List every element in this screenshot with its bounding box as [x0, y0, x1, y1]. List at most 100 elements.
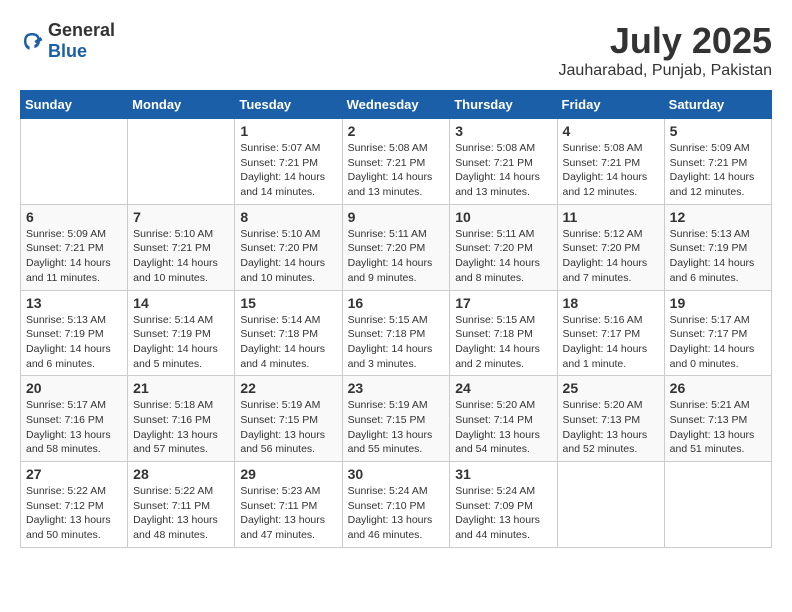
- calendar-cell: 6Sunrise: 5:09 AM Sunset: 7:21 PM Daylig…: [21, 204, 128, 290]
- day-info: Sunrise: 5:08 AM Sunset: 7:21 PM Dayligh…: [348, 141, 445, 200]
- day-info: Sunrise: 5:11 AM Sunset: 7:20 PM Dayligh…: [348, 227, 445, 286]
- day-number: 20: [26, 380, 122, 396]
- calendar-week-row: 27 Sunrise: 5:22 AM Sunset: 7:12 PM Dayli…: [21, 462, 772, 548]
- day-number: 28: [133, 466, 229, 482]
- day-info: Sunrise: 5:22 AM Sunset: 7:11 PM Dayligh…: [133, 484, 229, 543]
- calendar-cell: 28 Sunrise: 5:22 AM Sunset: 7:11 PM Dayli…: [128, 462, 235, 548]
- calendar-cell: 9Sunrise: 5:11 AM Sunset: 7:20 PM Daylig…: [342, 204, 450, 290]
- calendar-cell: 25 Sunrise: 5:20 AM Sunset: 7:13 PM Dayli…: [557, 376, 664, 462]
- col-wednesday: Wednesday: [342, 91, 450, 119]
- calendar-cell: 10 Sunrise: 5:11 AM Sunset: 7:20 PM Dayli…: [450, 204, 557, 290]
- logo-general: General: [48, 20, 115, 40]
- calendar-cell: 21Sunrise: 5:18 AM Sunset: 7:16 PM Dayli…: [128, 376, 235, 462]
- day-number: 13: [26, 295, 122, 311]
- day-info: Sunrise: 5:19 AM Sunset: 7:15 PM Dayligh…: [240, 398, 336, 457]
- calendar-cell: 29 Sunrise: 5:23 AM Sunset: 7:11 PM Dayli…: [235, 462, 342, 548]
- calendar-cell: 26 Sunrise: 5:21 AM Sunset: 7:13 PM Dayli…: [664, 376, 771, 462]
- day-info: Sunrise: 5:14 AM Sunset: 7:19 PM Dayligh…: [133, 313, 229, 372]
- day-number: 30: [348, 466, 445, 482]
- day-number: 8: [240, 209, 336, 225]
- calendar-cell: [128, 119, 235, 205]
- calendar-week-row: 20 Sunrise: 5:17 AM Sunset: 7:16 PM Dayli…: [21, 376, 772, 462]
- col-tuesday: Tuesday: [235, 91, 342, 119]
- calendar-cell: 1 Sunrise: 5:07 AM Sunset: 7:21 PM Daylig…: [235, 119, 342, 205]
- day-info: Sunrise: 5:22 AM Sunset: 7:12 PM Dayligh…: [26, 484, 122, 543]
- day-info: Sunrise: 5:20 AM Sunset: 7:14 PM Dayligh…: [455, 398, 551, 457]
- calendar-header-row: Sunday Monday Tuesday Wednesday Thursday…: [21, 91, 772, 119]
- calendar-cell: 23 Sunrise: 5:19 AM Sunset: 7:15 PM Dayli…: [342, 376, 450, 462]
- calendar-week-row: 13 Sunrise: 5:13 AM Sunset: 7:19 PM Dayli…: [21, 290, 772, 376]
- day-info: Sunrise: 5:23 AM Sunset: 7:11 PM Dayligh…: [240, 484, 336, 543]
- logo-blue: Blue: [48, 41, 87, 61]
- col-saturday: Saturday: [664, 91, 771, 119]
- calendar-cell: 18 Sunrise: 5:16 AM Sunset: 7:17 PM Dayli…: [557, 290, 664, 376]
- calendar-cell: 13 Sunrise: 5:13 AM Sunset: 7:19 PM Dayli…: [21, 290, 128, 376]
- day-info: Sunrise: 5:07 AM Sunset: 7:21 PM Dayligh…: [240, 141, 336, 200]
- calendar-cell: [21, 119, 128, 205]
- day-number: 2: [348, 123, 445, 139]
- calendar-cell: 11 Sunrise: 5:12 AM Sunset: 7:20 PM Dayli…: [557, 204, 664, 290]
- day-info: Sunrise: 5:08 AM Sunset: 7:21 PM Dayligh…: [455, 141, 551, 200]
- calendar-cell: 5 Sunrise: 5:09 AM Sunset: 7:21 PM Daylig…: [664, 119, 771, 205]
- logo-icon: [20, 29, 44, 53]
- day-number: 25: [563, 380, 659, 396]
- day-number: 11: [563, 209, 659, 225]
- day-info: Sunrise: 5:08 AM Sunset: 7:21 PM Dayligh…: [563, 141, 659, 200]
- location-subtitle: Jauharabad, Punjab, Pakistan: [559, 62, 772, 80]
- day-number: 10: [455, 209, 551, 225]
- day-info: Sunrise: 5:17 AM Sunset: 7:17 PM Dayligh…: [670, 313, 766, 372]
- day-info: Sunrise: 5:09 AM Sunset: 7:21 PM Dayligh…: [670, 141, 766, 200]
- day-info: Sunrise: 5:11 AM Sunset: 7:20 PM Dayligh…: [455, 227, 551, 286]
- calendar-cell: 27 Sunrise: 5:22 AM Sunset: 7:12 PM Dayli…: [21, 462, 128, 548]
- calendar-cell: 31Sunrise: 5:24 AM Sunset: 7:09 PM Dayli…: [450, 462, 557, 548]
- calendar-week-row: 6Sunrise: 5:09 AM Sunset: 7:21 PM Daylig…: [21, 204, 772, 290]
- day-number: 29: [240, 466, 336, 482]
- col-sunday: Sunday: [21, 91, 128, 119]
- logo: General Blue: [20, 20, 115, 62]
- calendar-cell: 22Sunrise: 5:19 AM Sunset: 7:15 PM Dayli…: [235, 376, 342, 462]
- day-number: 24: [455, 380, 551, 396]
- calendar-week-row: 1 Sunrise: 5:07 AM Sunset: 7:21 PM Daylig…: [21, 119, 772, 205]
- calendar-cell: 19Sunrise: 5:17 AM Sunset: 7:17 PM Dayli…: [664, 290, 771, 376]
- day-info: Sunrise: 5:13 AM Sunset: 7:19 PM Dayligh…: [26, 313, 122, 372]
- day-number: 1: [240, 123, 336, 139]
- day-number: 18: [563, 295, 659, 311]
- day-number: 23: [348, 380, 445, 396]
- day-number: 7: [133, 209, 229, 225]
- day-number: 5: [670, 123, 766, 139]
- day-info: Sunrise: 5:20 AM Sunset: 7:13 PM Dayligh…: [563, 398, 659, 457]
- calendar-cell: 24 Sunrise: 5:20 AM Sunset: 7:14 PM Dayli…: [450, 376, 557, 462]
- day-info: Sunrise: 5:19 AM Sunset: 7:15 PM Dayligh…: [348, 398, 445, 457]
- day-info: Sunrise: 5:14 AM Sunset: 7:18 PM Dayligh…: [240, 313, 336, 372]
- col-friday: Friday: [557, 91, 664, 119]
- day-number: 26: [670, 380, 766, 396]
- calendar-cell: [664, 462, 771, 548]
- day-info: Sunrise: 5:09 AM Sunset: 7:21 PM Dayligh…: [26, 227, 122, 286]
- calendar-cell: 15Sunrise: 5:14 AM Sunset: 7:18 PM Dayli…: [235, 290, 342, 376]
- day-info: Sunrise: 5:24 AM Sunset: 7:10 PM Dayligh…: [348, 484, 445, 543]
- calendar-cell: 12Sunrise: 5:13 AM Sunset: 7:19 PM Dayli…: [664, 204, 771, 290]
- title-section: July 2025 Jauharabad, Punjab, Pakistan: [559, 20, 772, 80]
- day-info: Sunrise: 5:12 AM Sunset: 7:20 PM Dayligh…: [563, 227, 659, 286]
- calendar-cell: 14 Sunrise: 5:14 AM Sunset: 7:19 PM Dayli…: [128, 290, 235, 376]
- day-number: 4: [563, 123, 659, 139]
- day-info: Sunrise: 5:24 AM Sunset: 7:09 PM Dayligh…: [455, 484, 551, 543]
- calendar-cell: 2 Sunrise: 5:08 AM Sunset: 7:21 PM Daylig…: [342, 119, 450, 205]
- day-info: Sunrise: 5:16 AM Sunset: 7:17 PM Dayligh…: [563, 313, 659, 372]
- day-number: 21: [133, 380, 229, 396]
- day-info: Sunrise: 5:17 AM Sunset: 7:16 PM Dayligh…: [26, 398, 122, 457]
- day-info: Sunrise: 5:13 AM Sunset: 7:19 PM Dayligh…: [670, 227, 766, 286]
- calendar-cell: 7Sunrise: 5:10 AM Sunset: 7:21 PM Daylig…: [128, 204, 235, 290]
- day-info: Sunrise: 5:15 AM Sunset: 7:18 PM Dayligh…: [455, 313, 551, 372]
- page-container: General Blue July 2025 Jauharabad, Punja…: [20, 20, 772, 548]
- calendar-cell: 16Sunrise: 5:15 AM Sunset: 7:18 PM Dayli…: [342, 290, 450, 376]
- day-number: 3: [455, 123, 551, 139]
- calendar-cell: 4 Sunrise: 5:08 AM Sunset: 7:21 PM Daylig…: [557, 119, 664, 205]
- calendar-cell: 8Sunrise: 5:10 AM Sunset: 7:20 PM Daylig…: [235, 204, 342, 290]
- day-info: Sunrise: 5:21 AM Sunset: 7:13 PM Dayligh…: [670, 398, 766, 457]
- day-number: 14: [133, 295, 229, 311]
- day-info: Sunrise: 5:15 AM Sunset: 7:18 PM Dayligh…: [348, 313, 445, 372]
- col-monday: Monday: [128, 91, 235, 119]
- calendar-cell: 17Sunrise: 5:15 AM Sunset: 7:18 PM Dayli…: [450, 290, 557, 376]
- day-number: 27: [26, 466, 122, 482]
